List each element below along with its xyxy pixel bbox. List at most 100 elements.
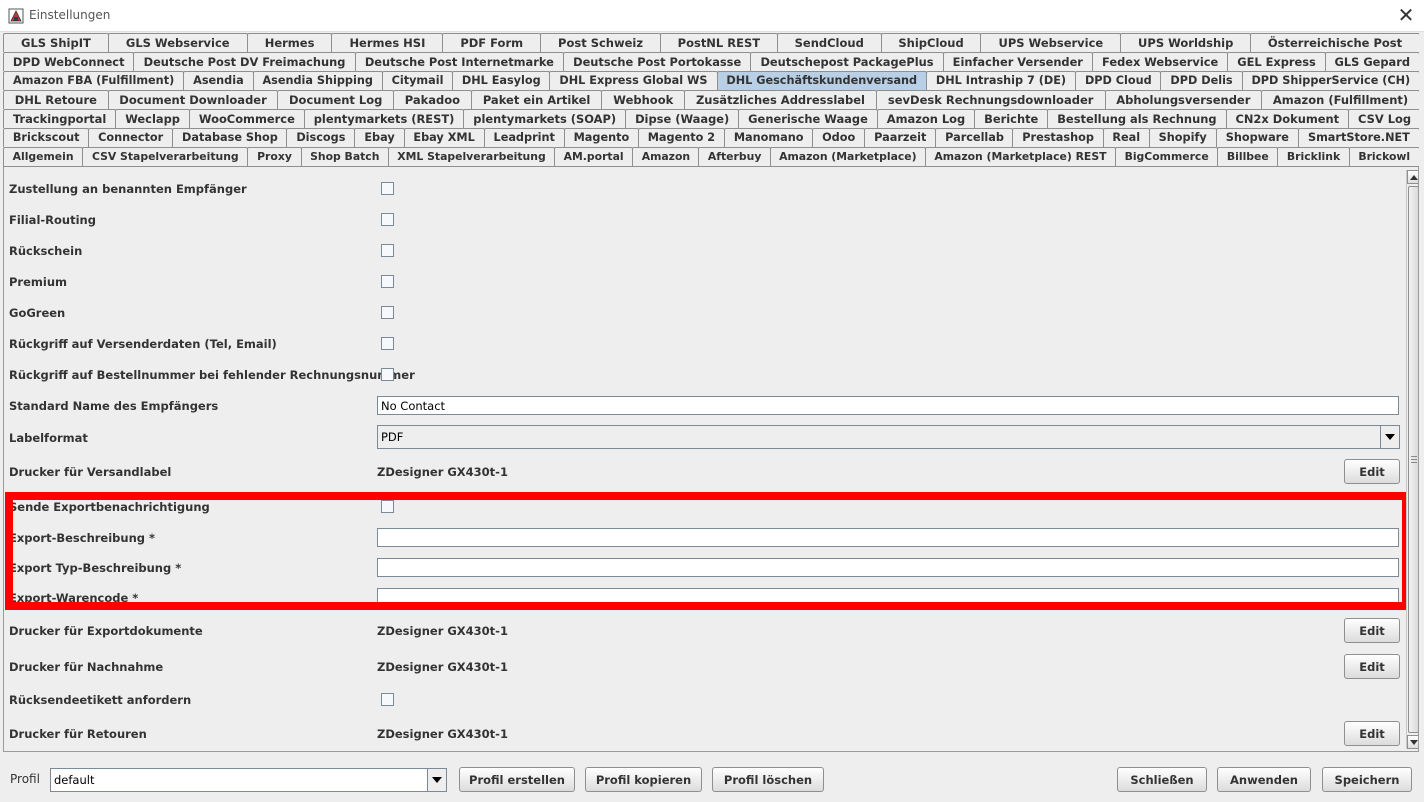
tab[interactable]: Asendia Shipping (252, 71, 383, 90)
tab[interactable]: Magento (563, 128, 639, 147)
tab[interactable]: WooCommerce (188, 109, 305, 128)
tab[interactable]: Discogs (286, 128, 356, 147)
vertical-scrollbar[interactable] (1406, 170, 1418, 749)
chevron-down-icon[interactable] (427, 769, 446, 791)
tab[interactable]: ShipCloud (880, 33, 982, 52)
profil-kopieren-button[interactable]: Profil kopieren (585, 767, 702, 792)
drucker-nachnahme-edit-button[interactable]: Edit (1344, 654, 1400, 679)
tab[interactable]: UPS Webservice (980, 33, 1122, 52)
tab[interactable]: PostNL REST (659, 33, 778, 52)
gogreen-checkbox[interactable] (381, 306, 394, 319)
tab[interactable]: GLS Gepard (1324, 52, 1419, 71)
tab[interactable]: Brickowl (1348, 147, 1419, 166)
profil-erstellen-button[interactable]: Profil erstellen (459, 767, 575, 792)
export-warencode-input[interactable] (377, 588, 1399, 607)
tab[interactable]: SmartStore.NET (1297, 128, 1419, 147)
drucker-retouren-edit-button[interactable]: Edit (1344, 721, 1400, 746)
tab[interactable]: Document Log (277, 90, 395, 109)
tab[interactable]: Bestellung als Rechnung (1047, 109, 1227, 128)
tab[interactable]: Berichte (974, 109, 1049, 128)
tab[interactable]: DPD Delis (1160, 71, 1243, 90)
tab[interactable]: Ebay (354, 128, 405, 147)
profil-loeschen-button[interactable]: Profil löschen (712, 767, 824, 792)
speichern-button[interactable]: Speichern (1322, 767, 1412, 792)
rueckgriff-versender-checkbox[interactable] (381, 337, 394, 350)
sende-export-checkbox[interactable] (381, 500, 394, 513)
tab[interactable]: DHL Retoure (3, 90, 109, 109)
ruecksende-checkbox[interactable] (381, 693, 394, 706)
tab[interactable]: BigCommerce (1115, 147, 1219, 166)
tab[interactable]: Citymail (381, 71, 454, 90)
tab[interactable]: Afterbuy (698, 147, 771, 166)
tab[interactable]: GLS ShipIT (3, 33, 109, 52)
export-typ-input[interactable] (377, 558, 1399, 577)
tab[interactable]: DPD Cloud (1075, 71, 1162, 90)
tab[interactable]: DHL Intraship 7 (DE) (925, 71, 1077, 90)
drucker-export-edit-button[interactable]: Edit (1344, 618, 1400, 643)
tab[interactable]: Amazon (632, 147, 700, 166)
tab[interactable]: Paarzeit (864, 128, 937, 147)
tab[interactable]: DHL Easylog (452, 71, 551, 90)
zustellung-checkbox[interactable] (381, 182, 394, 195)
tab[interactable]: Amazon (Marketplace) (769, 147, 926, 166)
tab[interactable]: Real (1102, 128, 1150, 147)
tab[interactable]: Odoo (812, 128, 866, 147)
tab[interactable]: Ebay XML (403, 128, 485, 147)
tab[interactable]: Dipse (Waage) (625, 109, 740, 128)
tab[interactable]: DHL Geschäftskundenversand (716, 71, 927, 90)
close-icon[interactable]: ✕ (1388, 0, 1424, 31)
tab[interactable]: Abholungsversender (1104, 90, 1263, 109)
tab[interactable]: plentymarkets (SOAP) (463, 109, 627, 128)
tab[interactable]: Billbee (1217, 147, 1279, 166)
tab[interactable]: GEL Express (1227, 52, 1326, 71)
tab[interactable]: Hermes (246, 33, 333, 52)
tab[interactable]: Trackingportal (3, 109, 117, 128)
tab[interactable]: Paket ein Artikel (470, 90, 603, 109)
tab[interactable]: plentymarkets (REST) (303, 109, 465, 128)
tab[interactable]: Amazon (Marketplace) REST (924, 147, 1117, 166)
tab[interactable]: Österreichische Post (1250, 33, 1419, 52)
drucker-versand-edit-button[interactable]: Edit (1344, 459, 1400, 484)
tab[interactable]: GLS Webservice (107, 33, 248, 52)
tab[interactable]: Deutsche Post DV Freimachung (133, 52, 356, 71)
export-beschreibung-input[interactable] (377, 528, 1399, 547)
tab[interactable]: Magento 2 (637, 128, 725, 147)
tab[interactable]: Shopware (1215, 128, 1299, 147)
tab[interactable]: CSV Log (1348, 109, 1419, 128)
tab[interactable]: Fedex Webservice (1091, 52, 1229, 71)
tab[interactable]: Generische Waage (738, 109, 878, 128)
tab[interactable]: PDF Form (442, 33, 542, 52)
profil-select[interactable]: default (50, 768, 447, 792)
tab[interactable]: Prestashop (1012, 128, 1104, 147)
rueckschein-checkbox[interactable] (381, 244, 394, 257)
labelformat-select[interactable]: PDF (377, 425, 1400, 449)
scroll-down-icon[interactable] (1407, 735, 1418, 749)
tab[interactable]: Bricklink (1277, 147, 1350, 166)
tab[interactable]: UPS Worldship (1120, 33, 1252, 52)
tab[interactable]: Amazon (Fulfillment) (1261, 90, 1419, 109)
tab[interactable]: XML Stapelverarbeitung (387, 147, 556, 166)
tab[interactable]: CN2x Dokument (1225, 109, 1350, 128)
tab[interactable]: Deutsche Post Portokasse (562, 52, 752, 71)
tab[interactable]: DPD ShipperService (CH) (1241, 71, 1419, 90)
scroll-thumb[interactable] (1408, 186, 1418, 733)
tab[interactable]: Deutschepost PackagePlus (750, 52, 944, 71)
tab[interactable]: Database Shop (172, 128, 288, 147)
tab[interactable]: Einfacher Versender (942, 52, 1093, 71)
tab[interactable]: Manomano (723, 128, 814, 147)
anwenden-button[interactable]: Anwenden (1217, 767, 1311, 792)
tab[interactable]: Shopify (1148, 128, 1217, 147)
tab[interactable]: Parcellab (935, 128, 1014, 147)
tab[interactable]: Weclapp (115, 109, 190, 128)
tab[interactable]: Pakadoo (393, 90, 472, 109)
tab[interactable]: Document Downloader (107, 90, 279, 109)
premium-checkbox[interactable] (381, 275, 394, 288)
tab[interactable]: Connector (88, 128, 174, 147)
tab[interactable]: Asendia (183, 71, 254, 90)
tab[interactable]: SendCloud (776, 33, 882, 52)
chevron-down-icon[interactable] (1380, 426, 1399, 448)
tab[interactable]: Leadprint (483, 128, 565, 147)
tab[interactable]: Shop Batch (300, 147, 389, 166)
filial-checkbox[interactable] (381, 213, 394, 226)
tab[interactable]: Zusätzliches Addresslabel (684, 90, 877, 109)
